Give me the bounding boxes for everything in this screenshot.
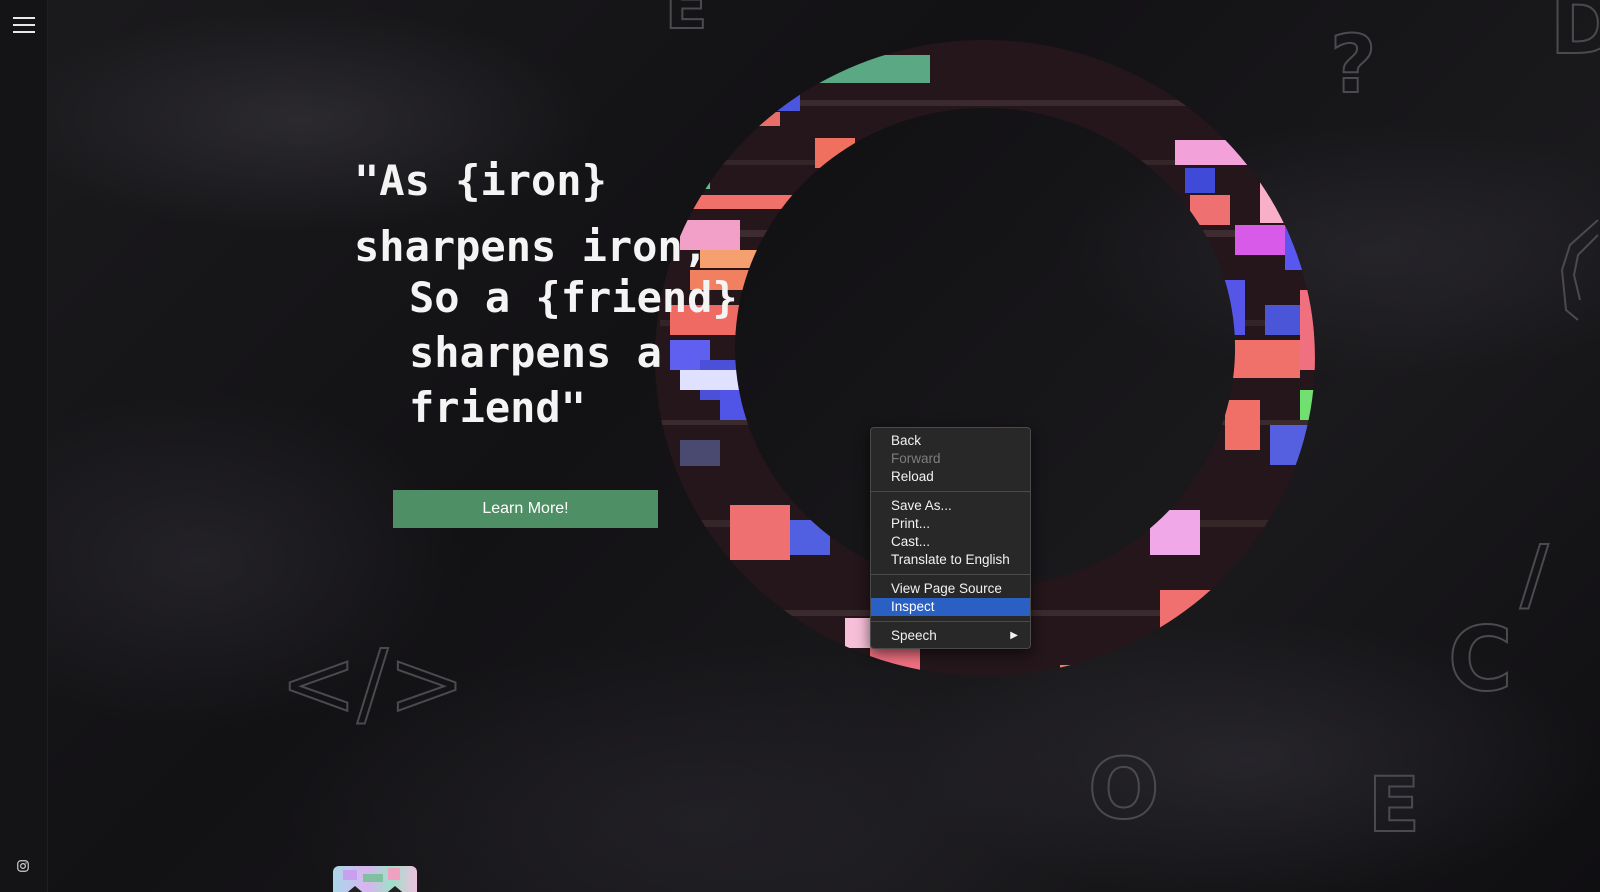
context-menu-print[interactable]: Print... — [871, 515, 1030, 533]
context-menu-translate[interactable]: Translate to English — [871, 551, 1030, 569]
decor-outline-shape-right — [1560, 219, 1599, 321]
context-menu-separator — [871, 621, 1030, 622]
context-menu: Back Forward Reload Save As... Print... … — [870, 427, 1031, 649]
decor-code-tag: </> — [279, 629, 466, 738]
decor-letter-o: O — [1087, 739, 1160, 839]
context-menu-separator — [871, 574, 1030, 575]
glitch-ring-graphic — [654, 40, 1315, 676]
decor-question-mark: ? — [1329, 17, 1377, 112]
submenu-arrow-icon: ▶ — [1010, 630, 1018, 641]
thumbnail-glitch-graphic — [343, 868, 403, 892]
context-menu-speech[interactable]: Speech ▶ — [871, 627, 1030, 645]
context-menu-separator — [871, 491, 1030, 492]
quote-line-1: "As {iron} — [354, 156, 607, 205]
context-menu-inspect[interactable]: Inspect — [871, 598, 1030, 616]
decor-letter-c: C — [1447, 607, 1514, 712]
context-menu-view-source[interactable]: View Page Source — [871, 580, 1030, 598]
context-menu-reload[interactable]: Reload — [871, 468, 1030, 486]
decor-slash: / — [1519, 529, 1549, 621]
decor-letter-e-bottom: E — [1367, 759, 1421, 850]
page: E ? D C O E / </> "As {iron} sharpens ir… — [0, 0, 1600, 892]
context-menu-speech-label: Speech — [891, 628, 937, 643]
decor-letter-d: D — [1549, 0, 1600, 74]
learn-more-button[interactable]: Learn More! — [393, 490, 658, 528]
decor-letter-e-top: E — [664, 0, 708, 44]
thumbnail-preview[interactable] — [333, 866, 417, 892]
context-menu-cast[interactable]: Cast... — [871, 533, 1030, 551]
quote-line-4: sharpens a — [409, 328, 662, 377]
quote-line-5: friend" — [409, 383, 587, 432]
context-menu-forward: Forward — [891, 451, 941, 466]
context-menu-back[interactable]: Back — [871, 432, 1030, 450]
quote-line-2: sharpens iron, — [354, 222, 709, 271]
quote-line-3: So a {friend} — [409, 273, 738, 322]
context-menu-save-as[interactable]: Save As... — [871, 497, 1030, 515]
